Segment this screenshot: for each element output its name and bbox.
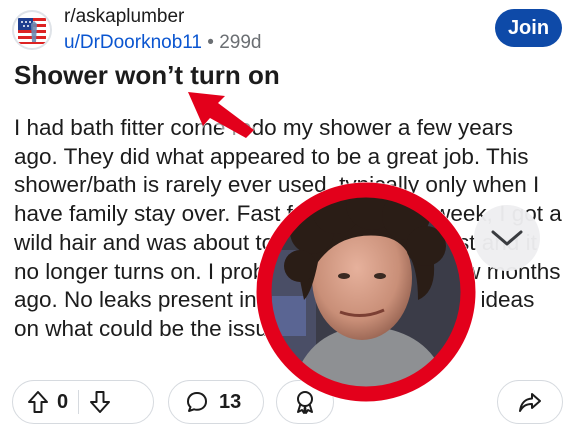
chevron-down-icon (490, 228, 524, 248)
scroll-down-button[interactable] (474, 205, 540, 271)
vote-divider (78, 390, 80, 414)
post-meta: u/DrDoorknob11 • 299d (64, 32, 262, 54)
share-arrow-icon (518, 391, 542, 413)
subreddit-name[interactable]: r/askaplumber (64, 6, 184, 28)
meta-separator: • (207, 32, 214, 53)
vote-bar: 0 (12, 380, 154, 424)
join-button[interactable]: Join (495, 9, 562, 47)
share-button[interactable] (497, 380, 563, 424)
subreddit-avatar[interactable] (12, 10, 52, 50)
vote-count: 0 (57, 390, 69, 413)
subreddit-flag-icon (18, 18, 46, 44)
speech-bubble-icon (185, 390, 209, 414)
arrow-up-icon[interactable] (27, 390, 49, 414)
award-button[interactable] (276, 380, 334, 424)
comments-button[interactable]: 13 (168, 380, 264, 424)
arrow-down-icon[interactable] (89, 390, 111, 414)
username-link[interactable]: u/DrDoorknob11 (64, 32, 202, 53)
comment-count: 13 (219, 390, 242, 413)
post-age: 299d (219, 32, 262, 53)
award-ribbon-icon (292, 389, 318, 415)
post-title: Shower won’t turn on (14, 60, 280, 90)
